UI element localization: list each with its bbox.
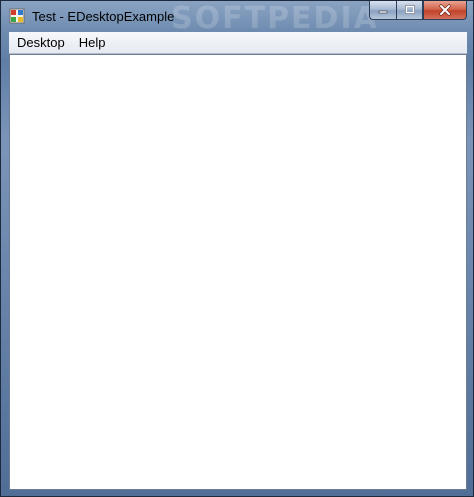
menu-bar: Desktop Help xyxy=(9,32,467,54)
title-bar[interactable]: Test - EDesktopExample SOFTPEDIA xyxy=(1,1,473,36)
window-title: Test - EDesktopExample xyxy=(32,9,175,24)
minimize-button[interactable] xyxy=(369,1,396,20)
watermark: SOFTPEDIA xyxy=(171,1,379,36)
menu-help[interactable]: Help xyxy=(72,32,113,53)
desktop-client-area[interactable] xyxy=(9,54,467,490)
caption-buttons xyxy=(369,1,467,21)
minimize-icon xyxy=(378,10,388,14)
close-button[interactable] xyxy=(423,1,467,20)
application-window: Test - EDesktopExample SOFTPEDIA Desktop… xyxy=(0,0,474,497)
maximize-icon xyxy=(404,5,415,14)
maximize-button[interactable] xyxy=(396,1,423,20)
menu-desktop[interactable]: Desktop xyxy=(10,32,72,53)
close-icon xyxy=(439,4,451,16)
app-icon[interactable] xyxy=(9,8,25,24)
